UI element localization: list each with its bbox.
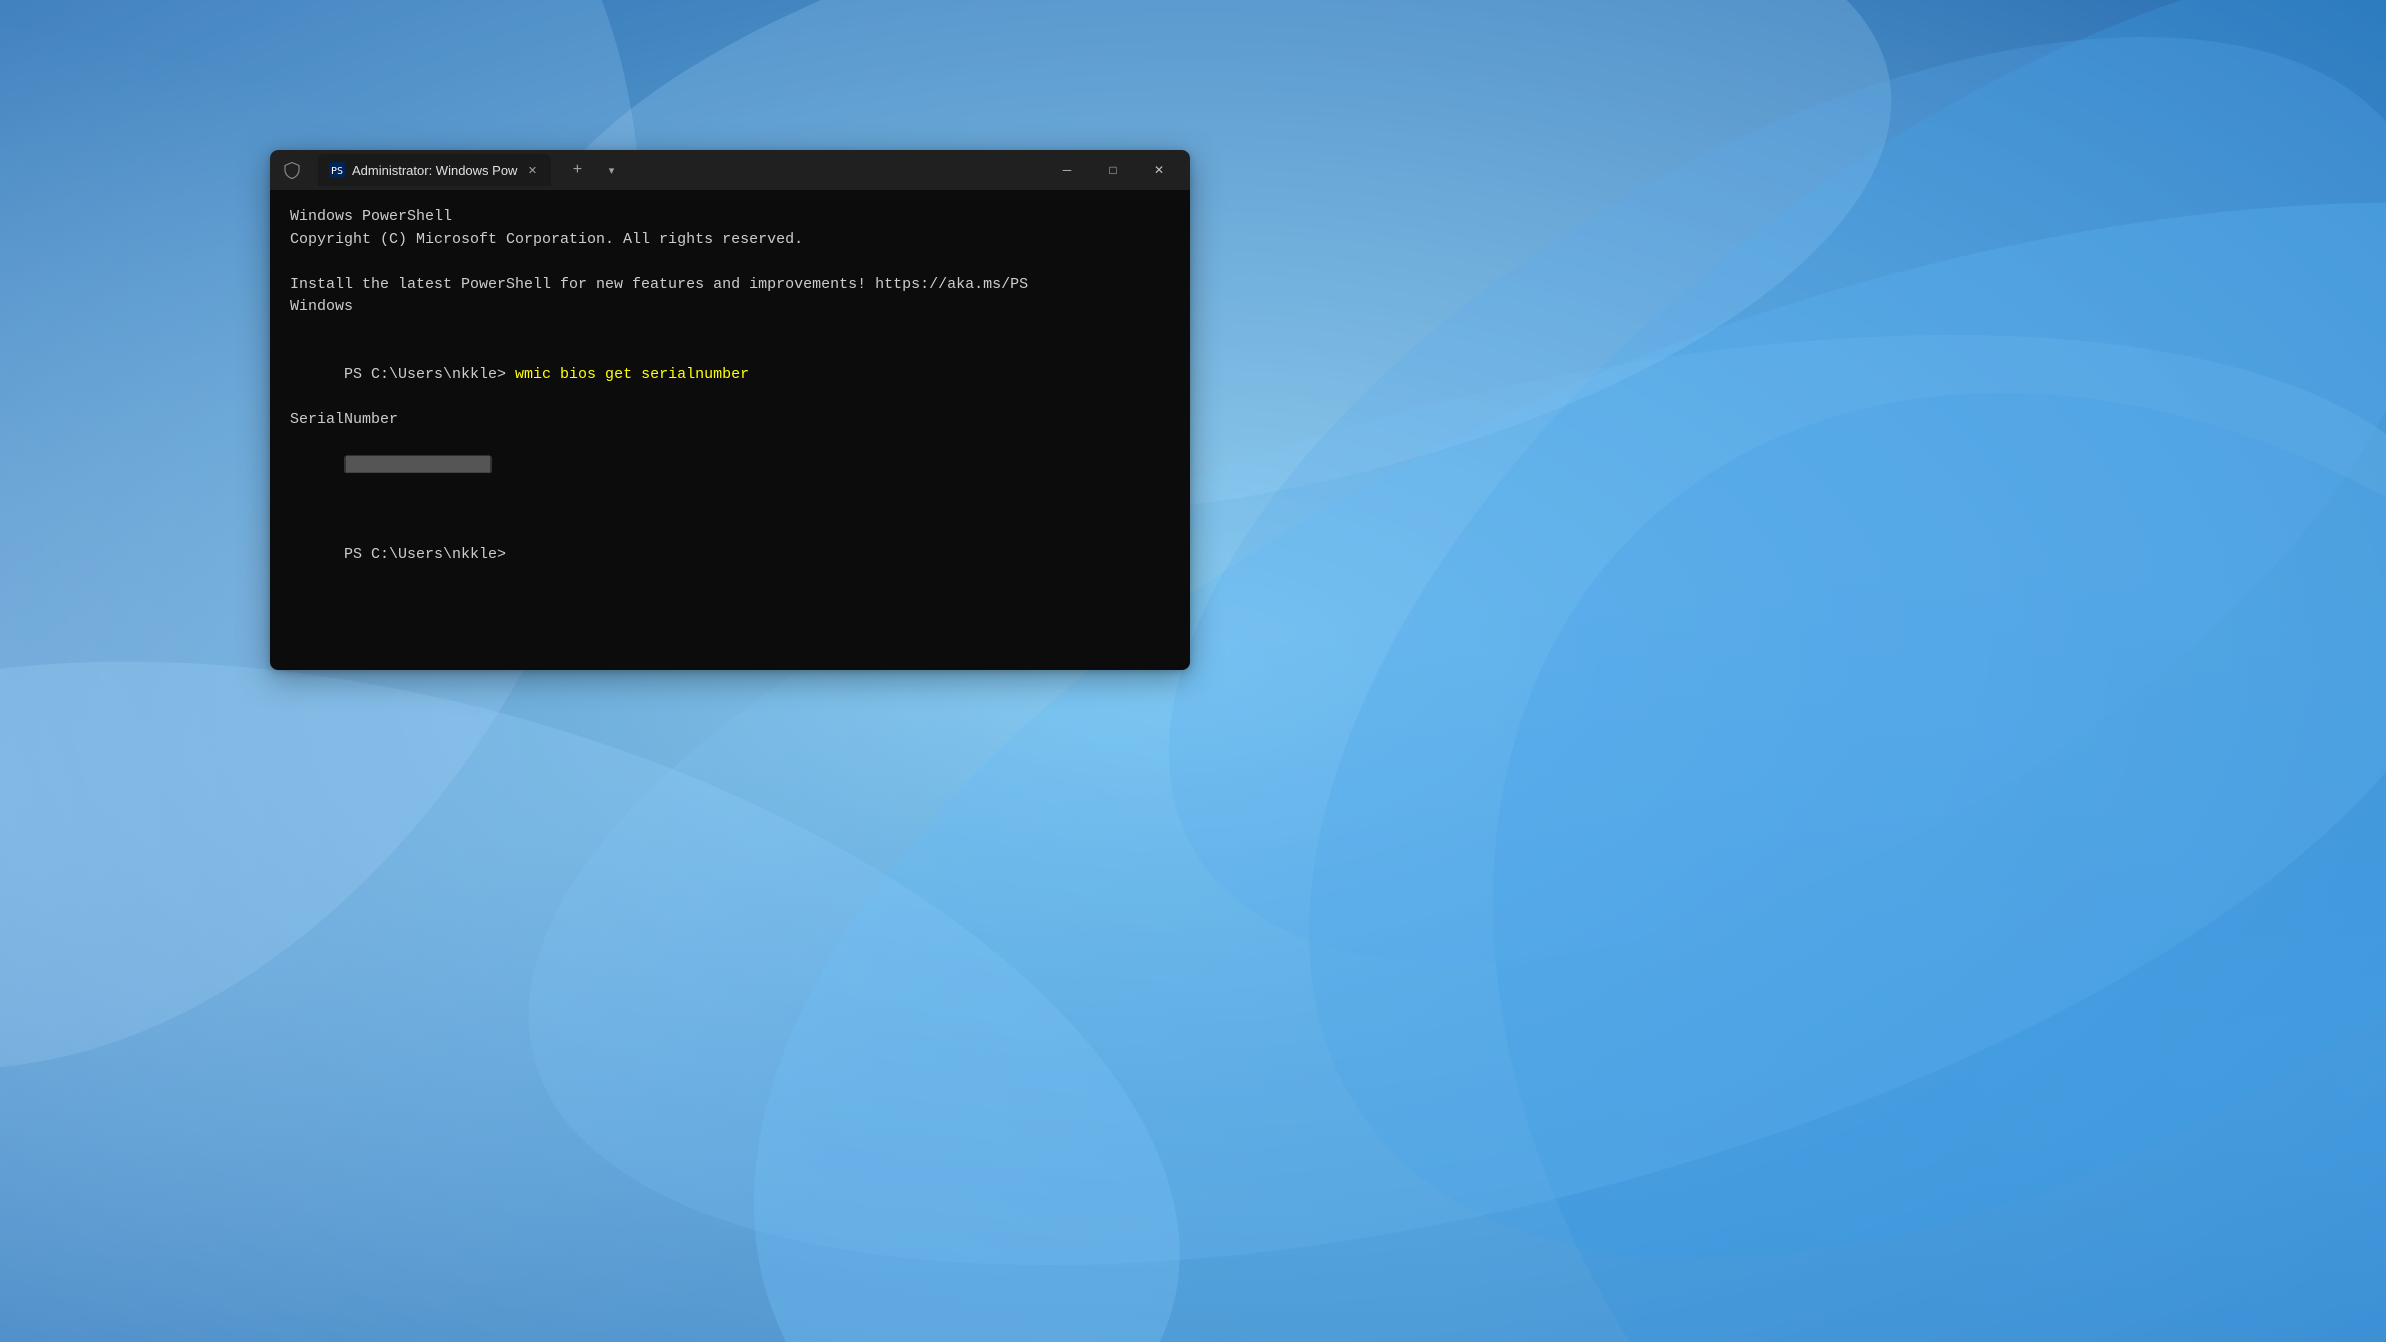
terminal-line-8: SerialNumber (290, 409, 1170, 432)
redacted-serial: ████████████████ (344, 456, 492, 473)
terminal-line-7: PS C:\Users\nkkle> wmic bios get serialn… (290, 341, 1170, 409)
minimize-button[interactable]: ─ (1044, 154, 1090, 186)
command-1: wmic bios get serialnumber (515, 366, 749, 383)
prompt-2: PS C:\Users\nkkle> (344, 546, 515, 563)
terminal-blank-2 (290, 319, 1170, 342)
maximize-button[interactable]: □ (1090, 154, 1136, 186)
terminal-blank-1 (290, 251, 1170, 274)
active-tab[interactable]: PS Administrator: Windows Pow ✕ (318, 154, 551, 186)
terminal-blank-3 (290, 499, 1170, 522)
terminal-line-1: Windows PowerShell (290, 206, 1170, 229)
terminal-line-4: Install the latest PowerShell for new fe… (290, 274, 1170, 297)
close-button[interactable]: ✕ (1136, 154, 1182, 186)
terminal-window: PS Administrator: Windows Pow ✕ + ▾ ─ □ … (270, 150, 1190, 670)
shield-icon (278, 156, 306, 184)
titlebar: PS Administrator: Windows Pow ✕ + ▾ ─ □ … (270, 150, 1190, 190)
svg-text:PS: PS (331, 166, 343, 177)
terminal-line-9: ████████████████ (290, 431, 1170, 499)
tab-label: Administrator: Windows Pow (352, 163, 517, 178)
tab-dropdown-button[interactable]: ▾ (599, 158, 623, 182)
terminal-content[interactable]: Windows PowerShell Copyright (C) Microso… (270, 190, 1190, 670)
window-controls: ─ □ ✕ (1044, 154, 1182, 186)
terminal-line-2: Copyright (C) Microsoft Corporation. All… (290, 229, 1170, 252)
tab-close-button[interactable]: ✕ (523, 161, 541, 179)
prompt-1: PS C:\Users\nkkle> (344, 366, 515, 383)
powershell-icon: PS (328, 161, 346, 179)
titlebar-left: PS Administrator: Windows Pow ✕ + ▾ (278, 154, 1044, 186)
terminal-line-5: Windows (290, 296, 1170, 319)
terminal-line-11: PS C:\Users\nkkle> (290, 521, 1170, 589)
new-tab-button[interactable]: + (563, 156, 591, 184)
